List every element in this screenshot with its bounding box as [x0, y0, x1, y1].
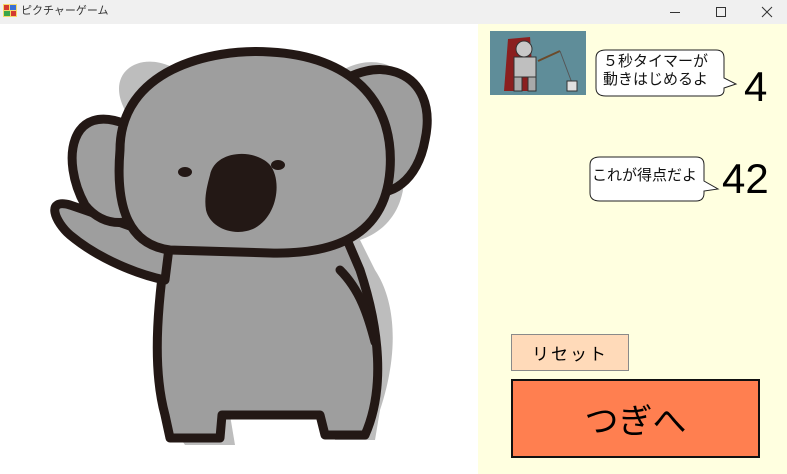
- timer-value: 4: [744, 63, 768, 110]
- minimize-icon: [670, 12, 680, 13]
- koala-left-eye: [178, 167, 192, 177]
- minimize-button[interactable]: [652, 0, 698, 24]
- koala-body: [50, 47, 432, 443]
- close-button[interactable]: [744, 0, 787, 24]
- next-button[interactable]: つぎへ: [511, 379, 760, 458]
- window-title: ピクチャーゲーム: [21, 4, 109, 17]
- koala-picture: [50, 47, 432, 446]
- title-bar: ピクチャーゲーム: [0, 0, 787, 24]
- knight-image: [490, 31, 586, 95]
- reset-button[interactable]: リセット: [511, 334, 629, 371]
- score-bubble-text: これが得点だよ: [592, 166, 698, 184]
- koala-right-eye: [271, 160, 285, 170]
- timer-bubble-text: ５秒タイマーが 動きはじめるよ: [603, 52, 709, 88]
- close-icon: [761, 6, 773, 18]
- maximize-icon: [716, 7, 726, 17]
- knight-icon: [490, 31, 586, 95]
- app-icon: [3, 4, 17, 17]
- score-value: 42: [722, 155, 769, 202]
- maximize-button[interactable]: [698, 0, 744, 24]
